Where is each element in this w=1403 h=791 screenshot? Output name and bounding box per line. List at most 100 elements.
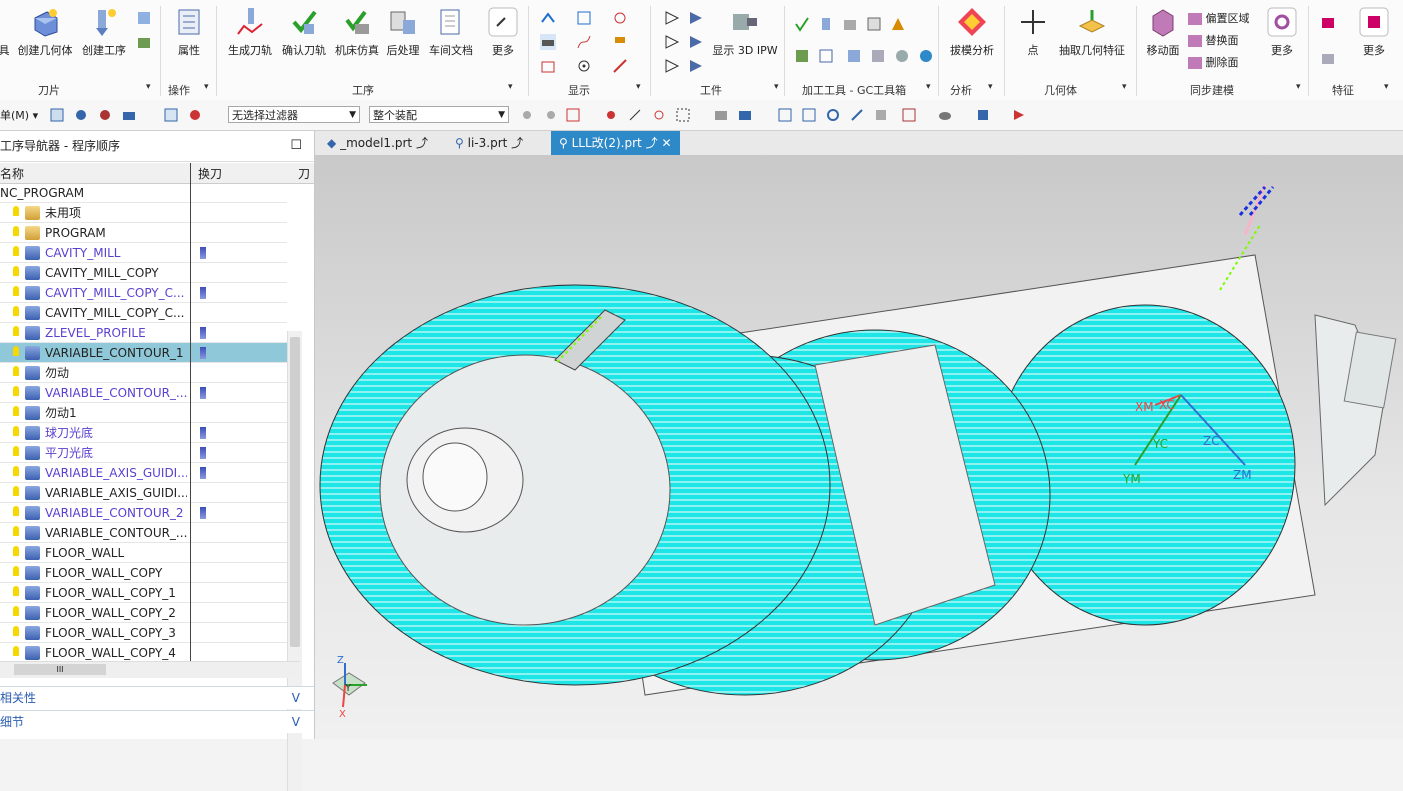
point-button[interactable]: 点 [1016, 6, 1050, 58]
tree-row[interactable]: FLOOR_WALL_COPY_1 [0, 583, 287, 603]
delete-face-button[interactable]: 删除面 [1188, 54, 1239, 70]
tree-row[interactable]: FLOOR_WALL_COPY_2 [0, 603, 287, 623]
snap-icon-3[interactable] [566, 108, 580, 122]
tree-row[interactable]: VARIABLE_AXIS_GUIDI... [0, 463, 287, 483]
tree-row[interactable]: CAVITY_MILL [0, 243, 287, 263]
group-dropdown-icon[interactable]: ▾ [146, 82, 151, 92]
properties-button[interactable]: 属性 [172, 6, 206, 58]
display-icon-8[interactable] [576, 58, 592, 74]
tree-row[interactable]: 勿动 [0, 363, 287, 383]
toolbar-icon-3[interactable] [98, 108, 112, 122]
details-panel[interactable]: 细节 V [0, 710, 314, 733]
gc-tool-icon-11[interactable] [918, 48, 934, 64]
snap-icon-2[interactable] [544, 108, 558, 122]
display-icon-1[interactable] [540, 10, 556, 26]
selection-filter-dropdown[interactable]: 无选择过滤器 ▼ [228, 106, 360, 123]
workpiece-icon-5[interactable] [664, 58, 680, 74]
tree-row[interactable]: CAVITY_MILL_COPY_C... [0, 283, 287, 303]
extract-geometry-button[interactable]: 抽取几何特征 [1056, 6, 1128, 58]
gc-tool-icon-5[interactable] [890, 16, 906, 32]
group-dropdown-icon[interactable]: ▾ [1122, 82, 1127, 92]
machine-simulation-button[interactable]: 机床仿真 [333, 6, 381, 58]
display-icon-4[interactable] [540, 34, 556, 50]
column-header-tool[interactable]: 刀 [298, 165, 310, 182]
tree-row[interactable]: CAVITY_MILL_COPY_C... [0, 303, 287, 323]
display-icon-5[interactable] [576, 34, 592, 50]
tree-root-row[interactable]: NC_PROGRAM [0, 183, 287, 203]
view-triad[interactable]: Z Y X [332, 655, 367, 720]
tree-row[interactable]: ZLEVEL_PROFILE [0, 323, 287, 343]
tab-li3[interactable]: ⚲ li-3.prt ⤴ [447, 131, 531, 155]
draft-analysis-button[interactable]: 拔模分析 [948, 6, 996, 58]
toolbar-icon-1[interactable] [50, 108, 64, 122]
view-icon-4[interactable] [802, 108, 816, 122]
geometry-small-icon[interactable] [136, 10, 152, 26]
generate-toolpath-button[interactable]: 生成刀轨 [226, 6, 274, 58]
toolbar-icon-2[interactable] [74, 108, 88, 122]
hscroll-thumb[interactable]: III [14, 664, 106, 675]
group-dropdown-icon[interactable]: ▾ [1296, 82, 1301, 92]
view-icon-6[interactable] [874, 108, 888, 122]
part-model[interactable]: XM XC YC ZC YM ZM Z Y X [315, 155, 1403, 739]
workpiece-icon-1[interactable] [664, 10, 680, 26]
dependencies-panel[interactable]: 相关性 V [0, 686, 314, 709]
group-dropdown-icon[interactable]: ▾ [926, 82, 931, 92]
workpiece-icon-4[interactable] [688, 34, 704, 50]
offset-region-button[interactable]: 偏置区域 [1188, 10, 1250, 26]
scrollbar-thumb[interactable] [290, 337, 300, 647]
feature-icon-1[interactable] [1320, 14, 1336, 30]
display-icon-7[interactable] [540, 58, 556, 74]
display-icon-2[interactable] [576, 10, 592, 26]
rotate-icon[interactable] [826, 108, 840, 122]
group-dropdown-icon[interactable]: ▾ [204, 82, 209, 92]
replace-face-button[interactable]: 替换面 [1188, 32, 1239, 48]
column-header-name[interactable]: 名称 [0, 165, 24, 182]
tree-row[interactable]: VARIABLE_CONTOUR_... [0, 383, 287, 403]
gc-tool-icon-10[interactable] [894, 48, 910, 64]
tree-row[interactable]: FLOOR_WALL_COPY_4 [0, 643, 287, 661]
display-icon-3[interactable] [612, 10, 628, 26]
menu-button[interactable]: 单(M) ▾ [0, 107, 38, 123]
tree-row[interactable]: VARIABLE_CONTOUR_... [0, 523, 287, 543]
create-operation-button[interactable]: 创建工序 [80, 6, 128, 58]
gc-tool-icon-7[interactable] [818, 48, 834, 64]
maximize-icon[interactable]: ☐ [290, 131, 302, 161]
postprocess-button[interactable]: 后处理 [384, 6, 422, 58]
horizontal-scrollbar[interactable]: III [0, 661, 300, 678]
view-icon-5[interactable] [850, 108, 864, 122]
group-dropdown-icon[interactable]: ▾ [508, 82, 513, 92]
shop-docs-button[interactable]: 车间文档 [427, 6, 475, 58]
ribbon-button-tool[interactable]: 具 [0, 6, 10, 58]
tree-row[interactable]: 平刀光底 [0, 443, 287, 463]
close-icon[interactable]: ✕ [661, 136, 671, 150]
tree-row[interactable]: FLOOR_WALL [0, 543, 287, 563]
more-sync-button[interactable]: 更多 [1262, 6, 1302, 58]
group-dropdown-icon[interactable]: ▾ [774, 82, 779, 92]
snap-icon-4[interactable] [604, 108, 618, 122]
assembly-scope-dropdown[interactable]: 整个装配 ▼ [369, 106, 509, 123]
tree-row[interactable]: VARIABLE_AXIS_GUIDI... [0, 483, 287, 503]
tree-row[interactable]: 勿动1 [0, 403, 287, 423]
view-icon-8[interactable] [938, 108, 952, 122]
tree-row[interactable]: FLOOR_WALL_COPY_3 [0, 623, 287, 643]
tree-row[interactable]: 球刀光底 [0, 423, 287, 443]
snap-icon-5[interactable] [628, 108, 642, 122]
display-icon-9[interactable] [612, 58, 628, 74]
toolbar-icon-5[interactable] [164, 108, 178, 122]
gc-tool-icon-1[interactable] [794, 16, 810, 32]
group-dropdown-icon[interactable]: ▾ [988, 82, 993, 92]
workpiece-icon-2[interactable] [688, 10, 704, 26]
create-geometry-button[interactable]: 创建几何体 [16, 6, 74, 58]
move-face-button[interactable]: 移动面 [1144, 6, 1182, 58]
tree-row[interactable]: CAVITY_MILL_COPY [0, 263, 287, 283]
group-dropdown-icon[interactable]: ▾ [1384, 82, 1389, 92]
display-icon-6[interactable] [612, 34, 628, 50]
view-icon-9[interactable] [976, 108, 990, 122]
toolbar-icon-6[interactable] [188, 108, 202, 122]
gc-tool-icon-2[interactable] [818, 16, 834, 32]
verify-toolpath-button[interactable]: 确认刀轨 [280, 6, 328, 58]
gc-tool-icon-4[interactable] [866, 16, 882, 32]
gc-tool-icon-3[interactable] [842, 16, 858, 32]
toolbar-icon-4[interactable] [122, 108, 136, 122]
view-icon-1[interactable] [714, 108, 728, 122]
